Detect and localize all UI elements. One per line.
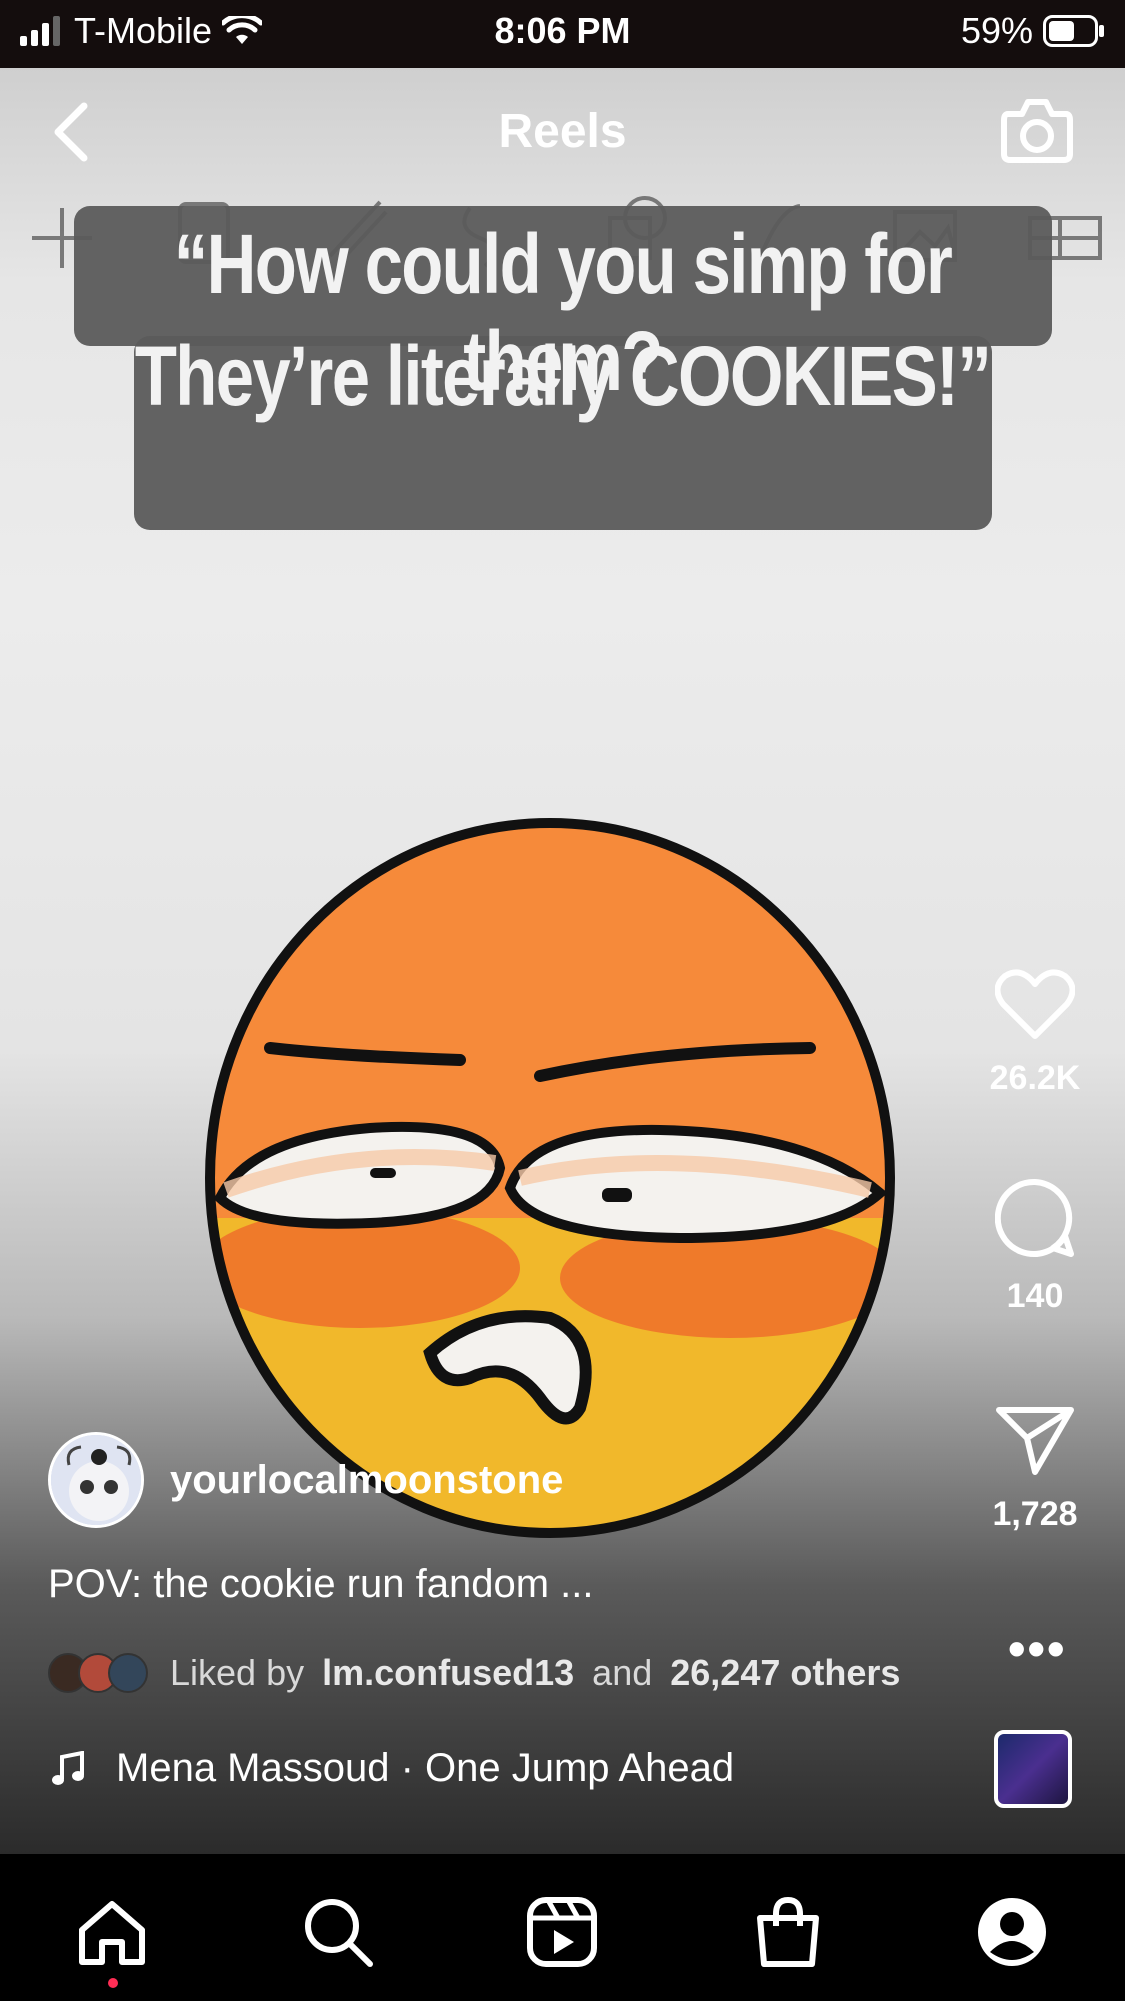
camera-icon[interactable] bbox=[1000, 94, 1074, 164]
album-art[interactable] bbox=[994, 1730, 1072, 1808]
username[interactable]: yourlocalmoonstone bbox=[170, 1458, 563, 1503]
liker-avatar bbox=[108, 1653, 148, 1693]
battery-icon bbox=[1043, 15, 1104, 47]
reels-icon[interactable] bbox=[526, 1896, 598, 1968]
music-note-icon bbox=[52, 1750, 84, 1785]
liked-user[interactable]: lm.confused13 bbox=[322, 1652, 574, 1694]
search-icon[interactable] bbox=[302, 1896, 374, 1968]
comment-action[interactable]: 140 bbox=[975, 1178, 1095, 1316]
battery-percent: 59% bbox=[960, 10, 1033, 51]
status-bar: T-Mobile 8:06 PM 59% bbox=[0, 0, 1125, 68]
liker-avatars bbox=[48, 1653, 148, 1693]
share-action[interactable]: 1,728 bbox=[975, 1404, 1095, 1534]
liked-and: and bbox=[592, 1652, 653, 1693]
liked-prefix: Liked by bbox=[170, 1652, 305, 1693]
video-caption-line2: They’re literally COOKIES!” bbox=[134, 329, 992, 423]
drawn-face-illustration bbox=[205, 818, 895, 1538]
status-time: 8:06 PM bbox=[494, 10, 631, 51]
more-options-icon[interactable]: ••• bbox=[1008, 1620, 1067, 1678]
home-icon[interactable] bbox=[76, 1896, 148, 1968]
home-notification-dot bbox=[108, 1978, 118, 1988]
liked-by[interactable]: Liked by lm.confused13 and 26,247 others bbox=[48, 1652, 900, 1694]
audio-track-label[interactable]: Mena Massoud · One Jump Ahead bbox=[116, 1746, 734, 1791]
like-count: 26.2K bbox=[989, 1059, 1081, 1097]
reels-screen: T-Mobile 8:06 PM 59% “How could you simp… bbox=[0, 0, 1125, 2001]
share-count: 1,728 bbox=[992, 1495, 1078, 1533]
shop-icon[interactable] bbox=[752, 1896, 824, 1968]
comment-icon[interactable] bbox=[994, 1178, 1075, 1258]
profile-icon[interactable] bbox=[976, 1896, 1048, 1968]
comment-count: 140 bbox=[1006, 1277, 1064, 1315]
post-author[interactable]: yourlocalmoonstone bbox=[48, 1432, 563, 1528]
post-caption[interactable]: POV: the cookie run fandom ... bbox=[48, 1562, 593, 1607]
status-right: 59% bbox=[961, 10, 1105, 52]
bottom-navigation bbox=[0, 1854, 1125, 2001]
page-title: Reels bbox=[498, 105, 627, 158]
avatar[interactable] bbox=[48, 1432, 144, 1528]
avatar-image bbox=[51, 1435, 141, 1525]
like-action[interactable]: 26.2K bbox=[975, 968, 1095, 1098]
liked-others[interactable]: 26,247 others bbox=[670, 1652, 900, 1694]
send-icon[interactable] bbox=[995, 1404, 1075, 1476]
audio-track[interactable]: Mena Massoud · One Jump Ahead bbox=[52, 1746, 734, 1791]
heart-icon[interactable] bbox=[994, 968, 1076, 1040]
